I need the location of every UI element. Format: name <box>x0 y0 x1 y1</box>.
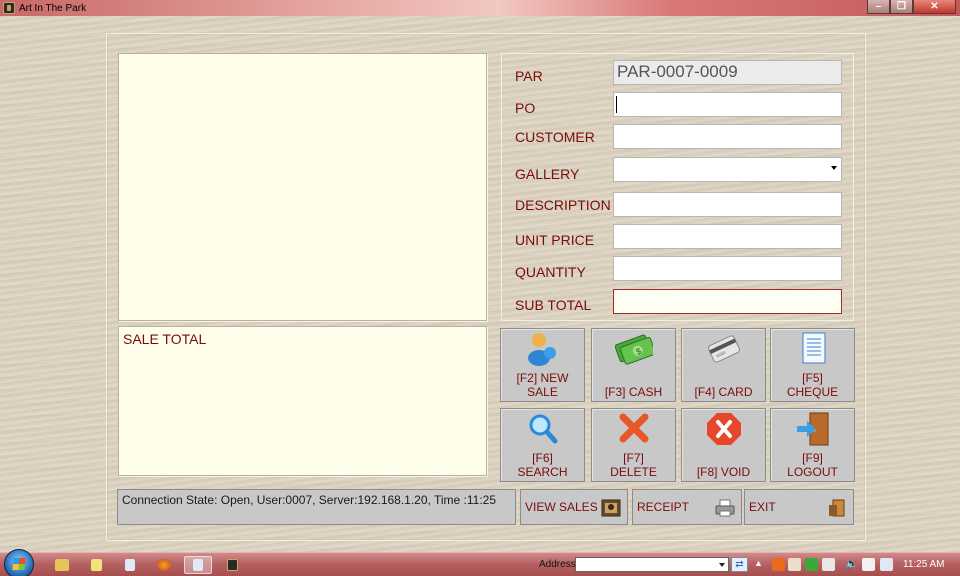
taskbar-firefox[interactable] <box>150 556 178 574</box>
title-bar: Art In The Park – ❐ ✕ <box>0 0 960 16</box>
new-sale-label: [F2] NEW SALE <box>516 371 569 399</box>
delete-label: [F7] DELETE <box>610 451 657 479</box>
card-label: [F4] CARD <box>694 385 753 399</box>
gallery-label: GALLERY <box>515 166 580 182</box>
view-sales-label: VIEW SALES <box>525 500 598 514</box>
po-field[interactable] <box>613 92 842 117</box>
network-icon[interactable] <box>880 558 893 571</box>
volume-icon[interactable]: 🔈 <box>845 558 859 571</box>
chevron-down-icon[interactable] <box>831 166 837 170</box>
firefox-icon <box>157 559 171 571</box>
sub-total-field <box>613 289 842 314</box>
window-icon <box>193 559 203 571</box>
card-icon <box>705 331 743 367</box>
address-input[interactable] <box>575 557 729 572</box>
void-label: [F8] VOID <box>696 465 751 479</box>
quantity-label: QUANTITY <box>515 264 586 280</box>
action-center-icon[interactable] <box>862 558 875 571</box>
taskbar-document[interactable] <box>116 556 144 574</box>
maximize-button[interactable]: ❐ <box>890 0 913 14</box>
view-sales-button[interactable]: VIEW SALES <box>520 489 628 525</box>
sub-total-label: SUB TOTAL <box>515 297 592 313</box>
receipt-button[interactable]: RECEIPT <box>632 489 742 525</box>
tray-expand-icon[interactable]: ▲ <box>754 558 763 568</box>
window-title: Art In The Park <box>19 2 87 14</box>
picture-icon <box>601 499 621 517</box>
new-sale-button[interactable]: [F2] NEW SALE <box>500 328 585 402</box>
taskbar-art-in-the-park[interactable] <box>218 556 246 574</box>
address-go-button[interactable]: ⇄ <box>731 557 748 572</box>
item-preview-pane <box>118 53 487 321</box>
cash-label: [F3] CASH <box>604 385 663 399</box>
taskbar-explorer[interactable] <box>48 556 76 574</box>
cheque-label: [F5] CHEQUE <box>786 371 839 399</box>
logout-button[interactable]: [F9] LOGOUT <box>770 408 855 482</box>
void-button[interactable]: [F8] VOID <box>681 408 766 482</box>
document-icon <box>125 559 135 571</box>
unit-price-field[interactable] <box>613 224 842 249</box>
app-icon <box>226 559 238 571</box>
exit-door-icon <box>827 499 847 517</box>
sale-total-pane: SALE TOTAL <box>118 326 487 476</box>
address-label: Address <box>539 559 576 570</box>
quantity-field[interactable] <box>613 256 842 281</box>
logout-icon <box>794 411 832 447</box>
close-button[interactable]: ✕ <box>913 0 956 14</box>
search-button[interactable]: [F6] SEARCH <box>500 408 585 482</box>
printer-icon <box>715 499 735 517</box>
par-label: PAR <box>515 68 543 84</box>
search-icon <box>524 411 562 447</box>
taskbar-app-window[interactable] <box>184 556 212 574</box>
par-field: PAR-0007-0009 <box>613 60 842 85</box>
connection-status: Connection State: Open, User:0007, Serve… <box>117 489 516 525</box>
cash-button[interactable]: $ [F3] CASH <box>591 328 676 402</box>
description-field[interactable] <box>613 192 842 217</box>
exit-button[interactable]: EXIT <box>744 489 854 525</box>
receipt-label: RECEIPT <box>637 500 690 514</box>
po-label: PO <box>515 100 536 116</box>
tray-icon-3[interactable] <box>805 558 818 571</box>
text-cursor <box>616 96 617 113</box>
minimize-button[interactable]: – <box>867 0 890 14</box>
clock: 11:25 AM <box>903 559 945 570</box>
exit-label: EXIT <box>749 500 776 514</box>
customer-field[interactable] <box>613 124 842 149</box>
unit-price-label: UNIT PRICE <box>515 232 595 248</box>
new-sale-icon <box>524 331 562 367</box>
tray-icon-1[interactable] <box>772 558 785 571</box>
taskbar: Address ⇄ ▲ 🔈 11:25 AM <box>0 549 960 576</box>
customer-label: CUSTOMER <box>515 129 595 145</box>
description-label: DESCRIPTION <box>515 197 611 213</box>
tray-icon-2[interactable] <box>788 558 801 571</box>
search-label: [F6] SEARCH <box>517 451 568 479</box>
cash-icon: $ <box>614 331 656 367</box>
start-button[interactable] <box>4 549 34 576</box>
cheque-button[interactable]: [F5] CHEQUE <box>770 328 855 402</box>
window-controls: – ❐ ✕ <box>867 0 956 14</box>
taskbar-notes[interactable] <box>82 556 110 574</box>
delete-icon <box>615 411 653 447</box>
gallery-select[interactable] <box>613 157 842 182</box>
folder-icon <box>55 559 69 571</box>
tray-icon-4[interactable] <box>822 558 835 571</box>
void-icon <box>705 411 743 447</box>
cheque-icon <box>794 331 832 367</box>
app-icon <box>3 2 15 14</box>
logout-label: [F9] LOGOUT <box>787 451 838 479</box>
card-button[interactable]: [F4] CARD <box>681 328 766 402</box>
notepad-icon <box>90 559 102 571</box>
delete-button[interactable]: [F7] DELETE <box>591 408 676 482</box>
sale-total-label: SALE TOTAL <box>123 331 207 347</box>
